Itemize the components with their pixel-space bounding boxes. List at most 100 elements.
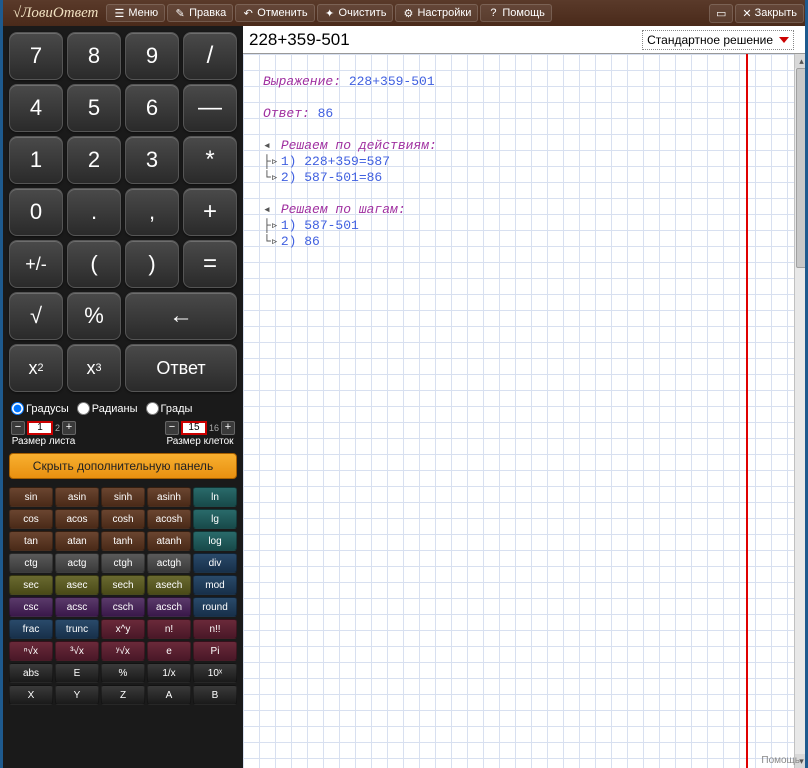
close-button[interactable]: ✕Закрыть (735, 4, 804, 23)
menu-button[interactable]: ☰Меню (106, 4, 165, 22)
fn-xy[interactable]: x^y (101, 619, 145, 639)
fn-csch[interactable]: csch (101, 597, 145, 617)
fn-acosh[interactable]: acosh (147, 509, 191, 529)
cell-size-minus[interactable]: − (165, 421, 179, 435)
key-0[interactable]: 0 (9, 188, 63, 236)
key-5[interactable]: 5 (67, 84, 121, 132)
fn-A[interactable]: A (147, 685, 191, 705)
vertical-scrollbar[interactable]: ▴ ▾ (794, 54, 808, 768)
fn-sinh[interactable]: sinh (101, 487, 145, 507)
undo-button[interactable]: ↶Отменить (235, 4, 314, 22)
fn-asin[interactable]: asin (55, 487, 99, 507)
fn-cosh[interactable]: cosh (101, 509, 145, 529)
fn-actg[interactable]: actg (55, 553, 99, 573)
fn-round[interactable]: round (193, 597, 237, 617)
fn-acsc[interactable]: acsc (55, 597, 99, 617)
fn-x[interactable]: ʸ√x (101, 641, 145, 661)
key-rparen[interactable]: ) (125, 240, 179, 288)
edit-button[interactable]: ✎Правка (167, 4, 233, 22)
key-minus[interactable]: — (183, 84, 237, 132)
key-multiply[interactable]: * (183, 136, 237, 184)
fn-acos[interactable]: acos (55, 509, 99, 529)
key-comma[interactable]: , (125, 188, 179, 236)
key-plus[interactable]: + (183, 188, 237, 236)
angle-grads[interactable]: Грады (146, 402, 193, 415)
key-plus-minus[interactable]: +/- (9, 240, 63, 288)
fn-[interactable]: % (101, 663, 145, 683)
fn-div[interactable]: div (193, 553, 237, 573)
key-sqrt[interactable]: √ (9, 292, 63, 340)
fn-Z[interactable]: Z (101, 685, 145, 705)
key-percent[interactable]: % (67, 292, 121, 340)
tree-expand-icon[interactable]: └▹ (263, 234, 273, 250)
settings-button[interactable]: ⚙Настройки (395, 4, 478, 22)
toggle-extra-panel-button[interactable]: Скрыть дополнительную панель (9, 453, 237, 479)
fn-x[interactable]: ⁿ√x (9, 641, 53, 661)
angle-radians[interactable]: Радианы (77, 402, 138, 415)
fn-ln[interactable]: ln (193, 487, 237, 507)
fn-X[interactable]: X (9, 685, 53, 705)
key-8[interactable]: 8 (67, 32, 121, 80)
fn-trunc[interactable]: trunc (55, 619, 99, 639)
fn-abs[interactable]: abs (9, 663, 53, 683)
key-lparen[interactable]: ( (67, 240, 121, 288)
fn-sin[interactable]: sin (9, 487, 53, 507)
fn-ctg[interactable]: ctg (9, 553, 53, 573)
clear-button[interactable]: ✦Очистить (317, 4, 394, 22)
fn-lg[interactable]: lg (193, 509, 237, 529)
fn-ctgh[interactable]: ctgh (101, 553, 145, 573)
cell-size-plus[interactable]: + (221, 421, 235, 435)
fn-asec[interactable]: asec (55, 575, 99, 595)
key-divide[interactable]: / (183, 32, 237, 80)
fn-asech[interactable]: asech (147, 575, 191, 595)
fn-Y[interactable]: Y (55, 685, 99, 705)
key-1[interactable]: 1 (9, 136, 63, 184)
fn-actgh[interactable]: actgh (147, 553, 191, 573)
fn-cos[interactable]: cos (9, 509, 53, 529)
tree-expand-icon[interactable]: └▹ (263, 170, 273, 186)
fn-frac[interactable]: frac (9, 619, 53, 639)
fn-n[interactable]: n! (147, 619, 191, 639)
fn-x[interactable]: ³√x (55, 641, 99, 661)
key-x-squared[interactable]: x2 (9, 344, 63, 392)
fn-1x[interactable]: 1/x (147, 663, 191, 683)
fn-sec[interactable]: sec (9, 575, 53, 595)
tree-expand-icon[interactable]: ├▹ (263, 218, 273, 234)
scroll-thumb[interactable] (796, 68, 807, 268)
tree-expand-icon[interactable]: ├▹ (263, 154, 273, 170)
scroll-up-arrow[interactable]: ▴ (795, 54, 808, 68)
fn-csc[interactable]: csc (9, 597, 53, 617)
fn-mod[interactable]: mod (193, 575, 237, 595)
angle-degrees[interactable]: Градусы (11, 402, 69, 415)
fn-Pi[interactable]: Pi (193, 641, 237, 661)
tree-collapse-icon[interactable]: ◂ (263, 138, 273, 154)
key-4[interactable]: 4 (9, 84, 63, 132)
sheet-size-minus[interactable]: − (11, 421, 25, 435)
fn-n[interactable]: n!! (193, 619, 237, 639)
key-answer[interactable]: Ответ (125, 344, 237, 392)
fn-B[interactable]: B (193, 685, 237, 705)
fn-atanh[interactable]: atanh (147, 531, 191, 551)
expression-input[interactable] (243, 27, 642, 53)
key-dot[interactable]: . (67, 188, 121, 236)
tree-collapse-icon[interactable]: ◂ (263, 202, 273, 218)
key-equals[interactable]: = (183, 240, 237, 288)
fn-asinh[interactable]: asinh (147, 487, 191, 507)
sheet-size-plus[interactable]: + (62, 421, 76, 435)
minimize-button[interactable]: ▭ (709, 4, 733, 23)
help-button[interactable]: ?Помощь (480, 4, 552, 22)
key-2[interactable]: 2 (67, 136, 121, 184)
fn-tanh[interactable]: tanh (101, 531, 145, 551)
key-6[interactable]: 6 (125, 84, 179, 132)
fn-E[interactable]: E (55, 663, 99, 683)
fn-log[interactable]: log (193, 531, 237, 551)
fn-10[interactable]: 10ˣ (193, 663, 237, 683)
fn-acsch[interactable]: acsch (147, 597, 191, 617)
key-3[interactable]: 3 (125, 136, 179, 184)
key-backspace[interactable]: ← (125, 292, 237, 340)
key-9[interactable]: 9 (125, 32, 179, 80)
key-7[interactable]: 7 (9, 32, 63, 80)
fn-atan[interactable]: atan (55, 531, 99, 551)
solution-type-dropdown[interactable]: Стандартное решение (642, 30, 794, 50)
fn-e[interactable]: e (147, 641, 191, 661)
